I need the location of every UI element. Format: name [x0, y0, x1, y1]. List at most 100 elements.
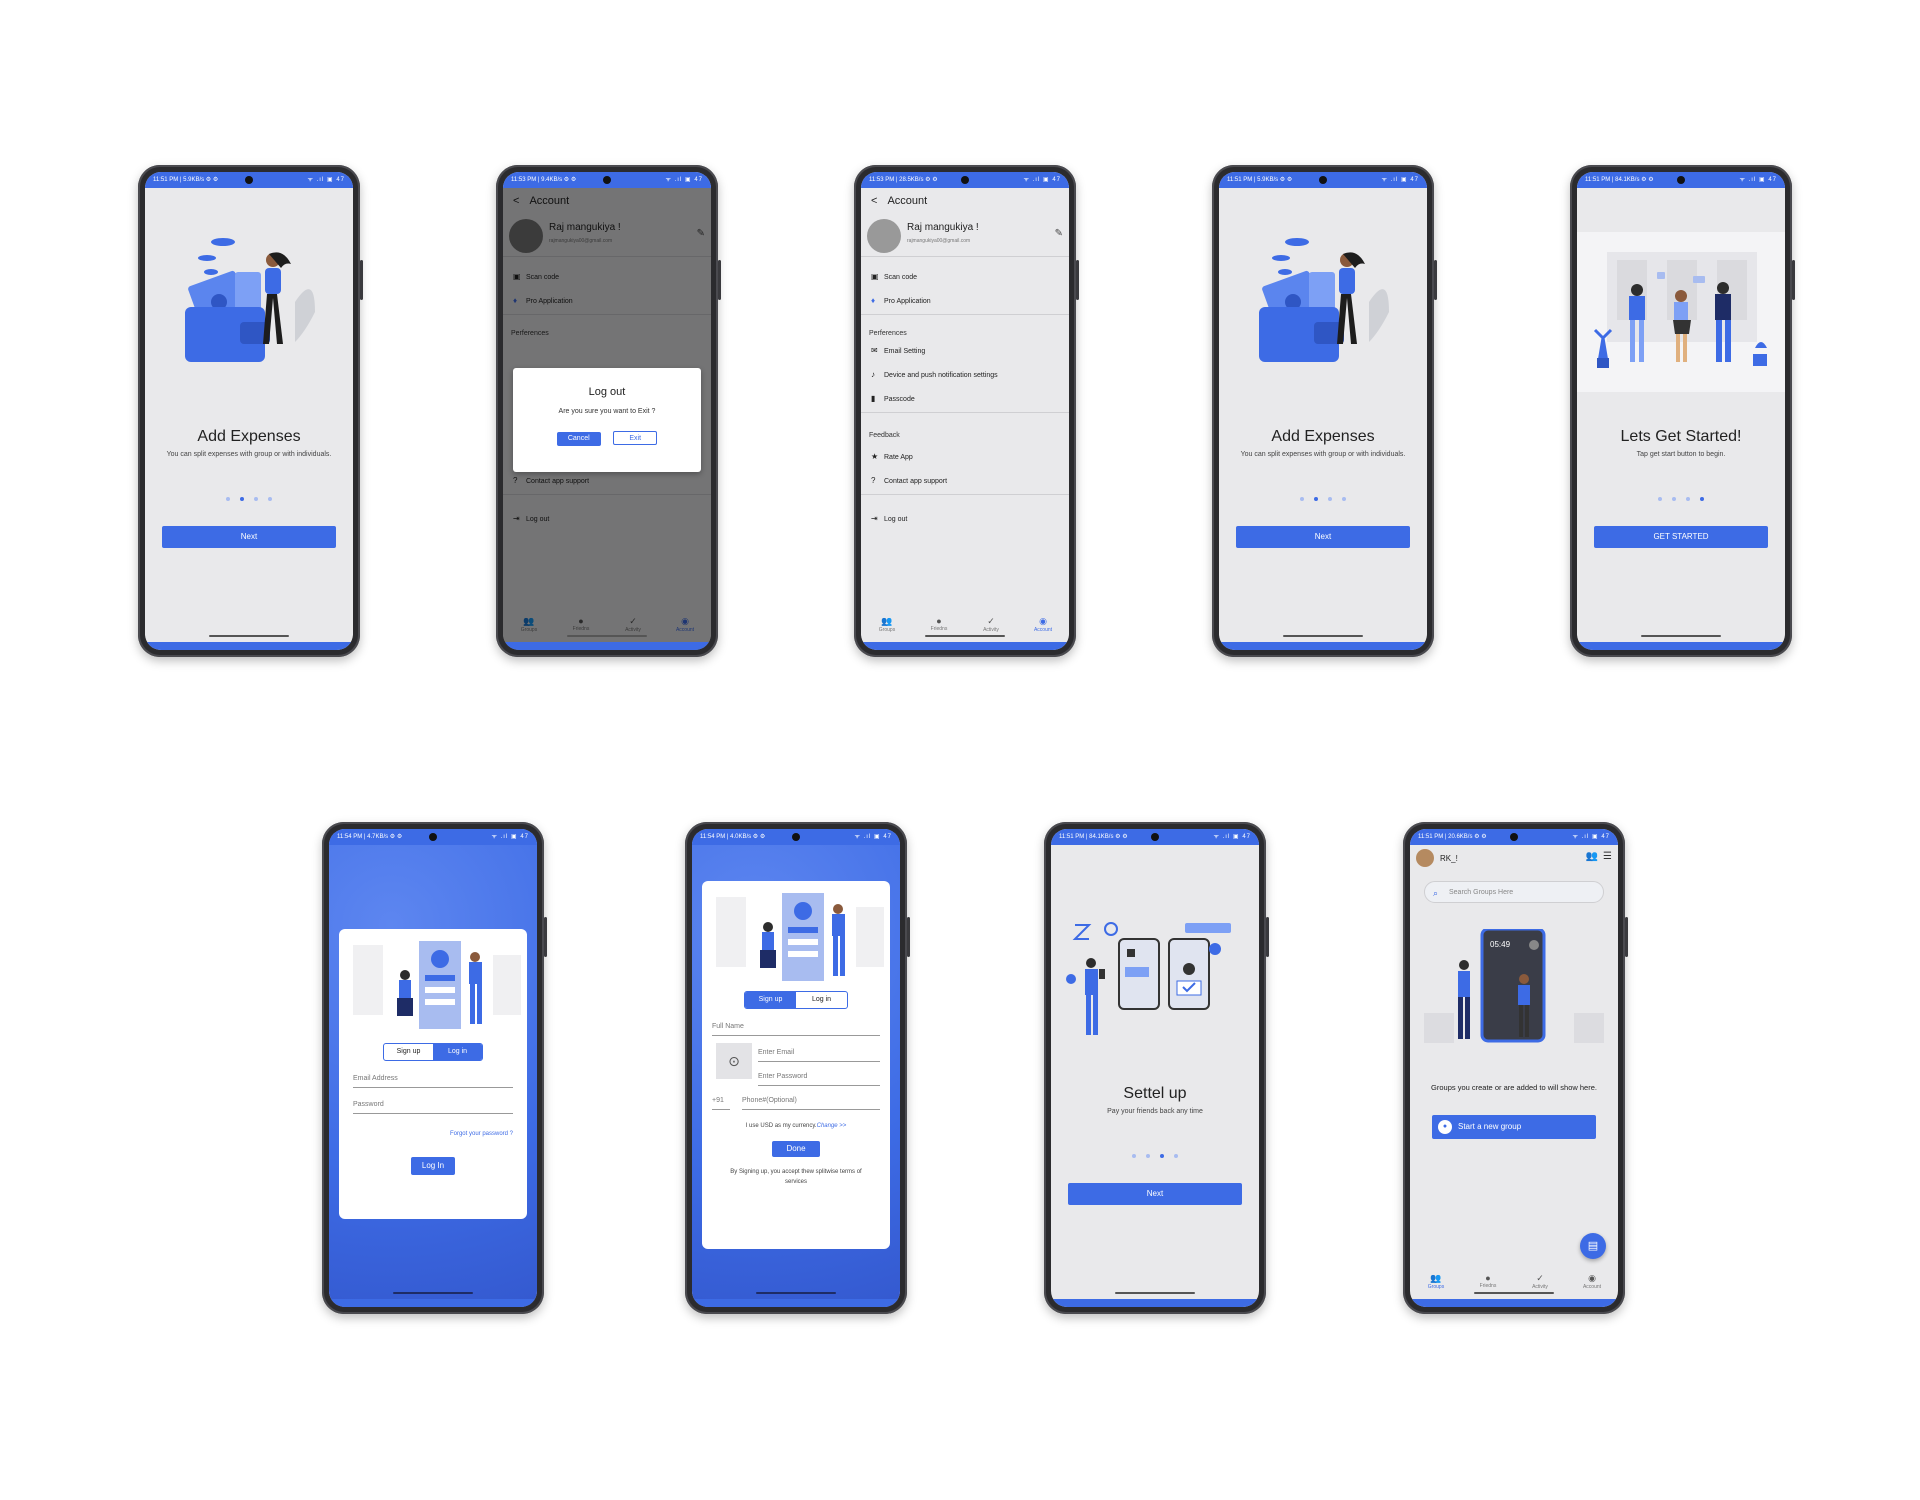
contact-support-item[interactable]: ?Contact app support — [871, 476, 947, 485]
bell-icon: ♪ — [871, 370, 875, 379]
country-code-field[interactable]: +91 — [712, 1097, 730, 1110]
device-push-item[interactable]: ♪ Device and push notification settings — [871, 370, 998, 379]
preferences-heading: Perferences — [869, 330, 907, 337]
cancel-button[interactable]: Cancel — [556, 432, 601, 446]
phone-account-logout: 11:53 PM | 9.4KB/s ⚙ ⚙ᯤ .ıl ▣ 47 <Accoun… — [496, 165, 721, 657]
login-button[interactable]: Log In — [411, 1157, 455, 1175]
empty-groups-illustration: 05:49 — [1424, 929, 1604, 1043]
tab-friends[interactable]: ●Friedns — [1468, 1273, 1508, 1299]
next-button[interactable]: Next — [162, 526, 336, 548]
account-header: <Account — [861, 188, 1069, 214]
mail-icon: ✉ — [871, 346, 878, 355]
avatar — [867, 219, 901, 253]
avatar-icon: ◉ — [1039, 616, 1047, 626]
profile-row: Raj mangukiya ! rajmangukiya00@gmail.com… — [861, 216, 1069, 257]
tab-account[interactable]: ◉Account — [1023, 616, 1063, 642]
user-avatar[interactable] — [1416, 849, 1434, 867]
payment-illustration — [1066, 922, 1231, 1035]
qr-icon: ▣ — [871, 272, 879, 281]
onboarding-title: Settel up — [1123, 1085, 1187, 1102]
tab-friends[interactable]: ●Friedns — [919, 616, 959, 642]
auth-segmented-control: Sign up Log in — [383, 1043, 483, 1061]
tab-login[interactable]: Log in — [796, 992, 847, 1008]
logout-dialog: Log out Are you sure you want to Exit ? … — [513, 368, 701, 472]
profile-email: rajmangukiya00@gmail.com — [907, 238, 971, 244]
email-field[interactable]: Email Address — [353, 1075, 513, 1088]
signup-illustration — [353, 941, 521, 1029]
forgot-password-link[interactable]: Forgot your password ? — [450, 1131, 513, 1137]
star-icon: ★ — [871, 452, 879, 461]
email-field[interactable]: Enter Email — [758, 1049, 880, 1062]
page-indicator — [145, 488, 353, 506]
tab-activity[interactable]: ✓Activity — [971, 616, 1011, 642]
get-started-button[interactable]: GET STARTED — [1594, 526, 1768, 548]
phone-onboarding-expenses: 11:51 PM | 5.9KB/s ⚙ ⚙ ᯤ .ıl ▣ 47 Add Exp… — [138, 165, 363, 657]
signup-illustration — [716, 893, 884, 981]
bottom-tab-bar: 👥Groups ●Friedns ✓Activity ◉Account — [1410, 1273, 1618, 1299]
done-button[interactable]: Done — [772, 1141, 820, 1157]
bottom-tab-bar: 👥Groups ●Friedns ✓Activity ◉Account — [861, 616, 1069, 642]
back-arrow-icon[interactable]: < — [871, 188, 877, 214]
login-card: Sign up Log in Email Address Password Fo… — [339, 929, 527, 1219]
edit-icon[interactable]: ✎ — [1055, 228, 1063, 239]
add-expense-fab[interactable]: ▤ — [1580, 1233, 1606, 1259]
screen: 11:51 PM | 20.6KB/s ⚙ ⚙ ᯤ .ıl ▣ 47 RK_! 👥… — [1410, 829, 1618, 1307]
phone-account: 11:53 PM | 28.5KB/s ⚙ ⚙ ᯤ .ıl ▣ 47 < Accou… — [854, 165, 1079, 657]
full-name-field[interactable]: Full Name — [712, 1023, 880, 1036]
next-button[interactable]: Next — [1068, 1183, 1242, 1205]
receipt-icon: ▤ — [1587, 1240, 1599, 1252]
phone-field[interactable]: Phone#(Optional) — [742, 1097, 880, 1110]
camera-icon[interactable]: ⊙ — [716, 1043, 752, 1079]
phone-groups: 11:51 PM | 20.6KB/s ⚙ ⚙ ᯤ .ıl ▣ 47 RK_! 👥… — [1403, 822, 1628, 1314]
tab-login[interactable]: Log in — [433, 1044, 482, 1060]
tab-groups[interactable]: 👥Groups — [867, 616, 907, 642]
expenses-illustration — [185, 238, 315, 362]
pro-application-item[interactable]: ♦Pro Application — [871, 296, 931, 305]
person-icon: ● — [936, 616, 942, 626]
next-button[interactable]: Next — [1236, 526, 1410, 548]
tab-signup[interactable]: Sign up — [384, 1044, 433, 1060]
signup-card: Sign up Log in Full Name ⊙ Enter Email E… — [702, 881, 890, 1249]
diamond-icon: ♦ — [871, 296, 876, 305]
screen: 11:51 PM | 5.9KB/s ⚙ ⚙ ᯤ .ıl ▣ 47 Add Exp… — [1219, 172, 1427, 650]
tab-account[interactable]: ◉Account — [1572, 1273, 1612, 1299]
screen: 11:51 PM | 5.9KB/s ⚙ ⚙ ᯤ .ıl ▣ 47 Add Exp… — [145, 172, 353, 650]
screen: 11:53 PM | 28.5KB/s ⚙ ⚙ ᯤ .ıl ▣ 47 < Accou… — [861, 172, 1069, 650]
search-icon: ⌕ — [1433, 888, 1439, 898]
phone-onboarding-start: 11:51 PM | 84.1KB/s ⚙ ⚙ ᯤ .ıl ▣ 47 Lets … — [1570, 165, 1795, 657]
exit-button[interactable]: Exit — [613, 431, 658, 445]
rate-app-item[interactable]: ★Rate App — [871, 452, 913, 461]
passcode-item[interactable]: ▮ Passcode — [871, 394, 915, 403]
onboarding-subtitle: You can split expenses with group or wit… — [166, 451, 332, 458]
terms-text: By Signing up, you accept thew splitwise… — [730, 1169, 862, 1185]
person-icon: ● — [1485, 1273, 1491, 1283]
empty-state-text: Groups you create or are added to will s… — [1431, 1083, 1597, 1092]
password-field[interactable]: Password — [353, 1101, 513, 1114]
email-setting-item[interactable]: ✉ Email Setting — [871, 346, 925, 355]
password-field[interactable]: Enter Password — [758, 1073, 880, 1086]
onboarding-title: Add Expenses — [197, 428, 301, 445]
scan-code-item[interactable]: ▣Scan code — [871, 272, 917, 281]
feedback-heading: Feedback — [869, 432, 900, 439]
screen: 11:51 PM | 84.1KB/s ⚙ ⚙ ᯤ .ıl ▣ 47 Settel… — [1051, 829, 1259, 1307]
logout-item[interactable]: ⇥Log out — [871, 514, 907, 523]
change-currency-link[interactable]: Change >> — [817, 1123, 847, 1129]
tab-groups[interactable]: 👥Groups — [1416, 1273, 1456, 1299]
page-indicator — [1051, 1145, 1259, 1163]
group-add-icon: ● — [1438, 1119, 1452, 1134]
onboarding-subtitle: Tap get start button to begin. — [1636, 451, 1726, 458]
filter-icon[interactable]: ☰ — [1603, 851, 1612, 862]
add-friend-icon[interactable]: 👥 — [1586, 851, 1598, 862]
phone-clock: 05:49 — [1490, 940, 1511, 949]
onboarding-subtitle: You can split expenses with group or wit… — [1240, 451, 1406, 458]
onboarding-subtitle: Pay your friends back any time — [1107, 1108, 1203, 1115]
avatar-icon: ◉ — [1588, 1273, 1596, 1283]
tab-activity[interactable]: ✓Activity — [1520, 1273, 1560, 1299]
dialog-title: Log out — [588, 386, 626, 398]
search-input[interactable]: ⌕ Search Groups Here — [1424, 881, 1604, 903]
start-new-group-button[interactable]: ● Start a new group — [1432, 1115, 1596, 1139]
tab-signup[interactable]: Sign up — [745, 992, 796, 1008]
phone-signup: 11:54 PM | 4.0KB/s ⚙ ⚙ ᯤ .ıl ▣ 47 Sign u… — [685, 822, 910, 1314]
help-icon: ? — [871, 476, 876, 485]
currency-note: I use USD as my currency.Change >> — [745, 1123, 847, 1129]
